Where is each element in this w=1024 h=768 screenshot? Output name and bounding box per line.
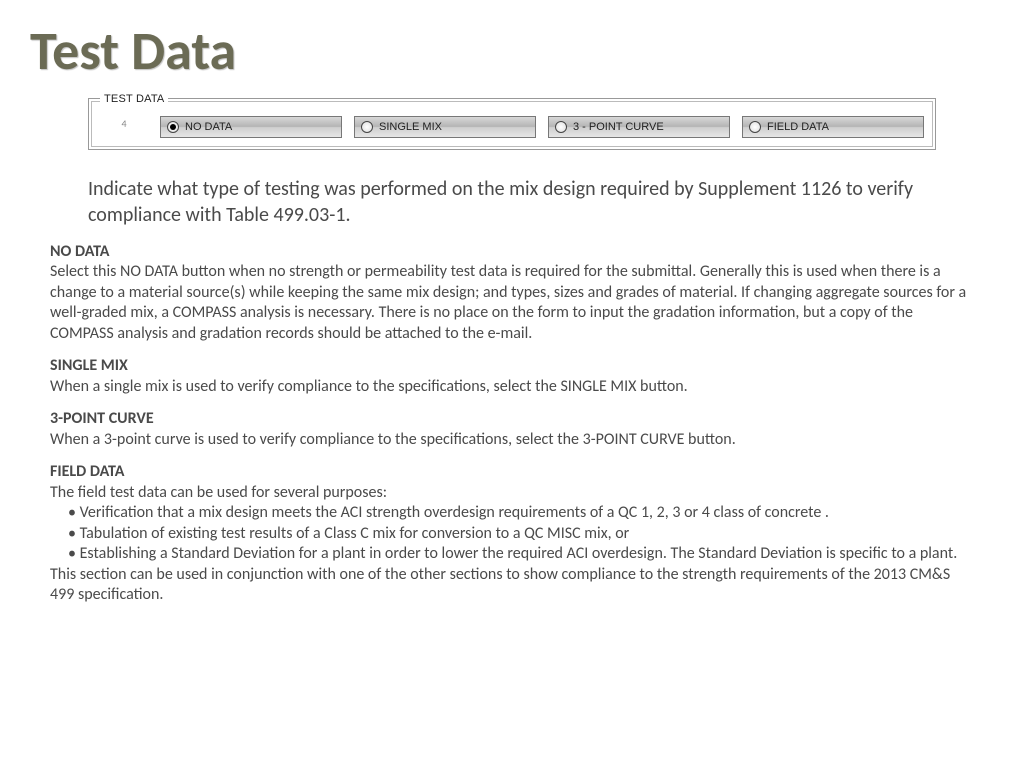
sections: NO DATA Select this NO DATA button when … xyxy=(50,242,974,606)
fieldset-legend: TEST DATA xyxy=(100,93,168,105)
option-label: 3 - POINT CURVE xyxy=(573,121,664,133)
test-data-fieldset-outer: TEST DATA 4 NO DATA SINGLE MIX 3 - POINT… xyxy=(88,98,936,150)
option-single-mix[interactable]: SINGLE MIX xyxy=(354,116,536,138)
radio-icon xyxy=(749,121,761,133)
list-item: Tabulation of existing test results of a… xyxy=(50,524,974,544)
section-3-point-curve: 3-POINT CURVE When a 3-point curve is us… xyxy=(50,409,974,450)
section-heading: NO DATA xyxy=(50,242,974,262)
section-heading: 3-POINT CURVE xyxy=(50,409,974,429)
section-body-outro: This section can be used in conjunction … xyxy=(50,565,974,606)
radio-icon xyxy=(361,121,373,133)
section-single-mix: SINGLE MIX When a single mix is used to … xyxy=(50,356,974,397)
option-label: SINGLE MIX xyxy=(379,121,442,133)
test-data-fieldset: TEST DATA 4 NO DATA SINGLE MIX 3 - POINT… xyxy=(91,101,933,147)
option-field-data[interactable]: FIELD DATA xyxy=(742,116,924,138)
section-no-data: NO DATA Select this NO DATA button when … xyxy=(50,242,974,344)
page-title: Test Data xyxy=(0,0,1024,84)
section-field-data: FIELD DATA The field test data can be us… xyxy=(50,462,974,605)
option-label: FIELD DATA xyxy=(767,121,829,133)
section-body: When a 3-point curve is used to verify c… xyxy=(50,430,974,450)
list-item: Verification that a mix design meets the… xyxy=(50,503,974,523)
list-item: Establishing a Standard Deviation for a … xyxy=(50,544,974,564)
intro-paragraph: Indicate what type of testing was perfor… xyxy=(88,176,936,228)
fieldset-subscript: 4 xyxy=(100,117,148,138)
section-bullets: Verification that a mix design meets the… xyxy=(50,503,974,564)
option-no-data[interactable]: NO DATA xyxy=(160,116,342,138)
section-body: Select this NO DATA button when no stren… xyxy=(50,262,974,344)
section-heading: FIELD DATA xyxy=(50,462,974,482)
radio-icon xyxy=(555,121,567,133)
option-label: NO DATA xyxy=(185,121,232,133)
section-body: When a single mix is used to verify comp… xyxy=(50,377,974,397)
radio-icon xyxy=(167,121,179,133)
section-body-intro: The field test data can be used for seve… xyxy=(50,483,974,503)
option-3-point-curve[interactable]: 3 - POINT CURVE xyxy=(548,116,730,138)
section-heading: SINGLE MIX xyxy=(50,356,974,376)
